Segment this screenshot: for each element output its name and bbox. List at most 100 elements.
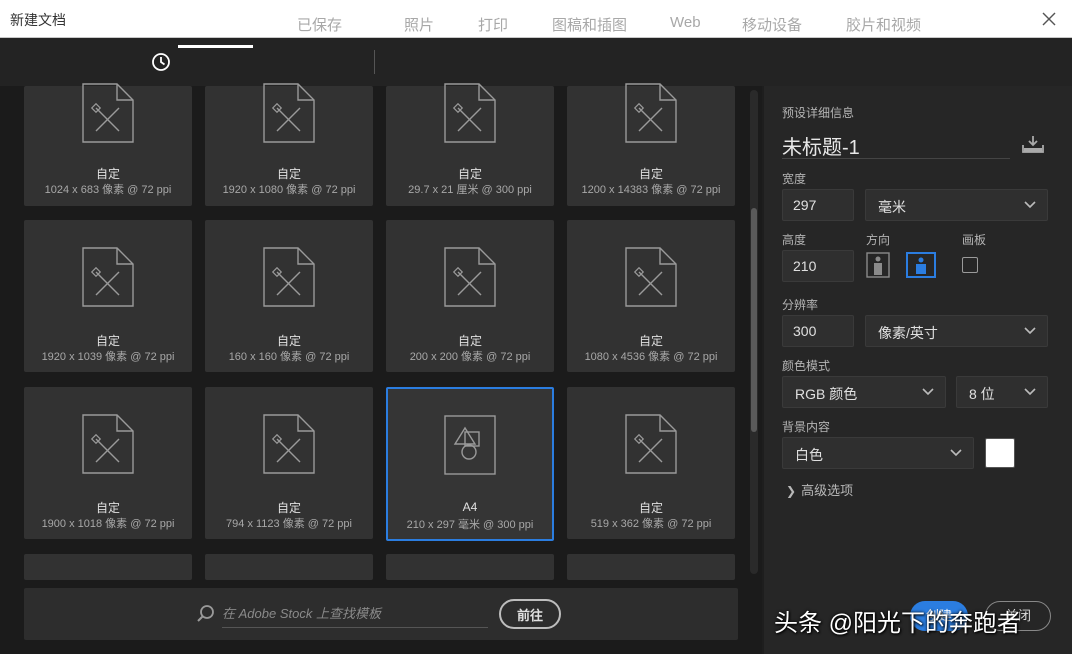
tab-film-video[interactable]: 胶片和视频 xyxy=(846,14,921,48)
artboard-label: 画板 xyxy=(962,233,987,247)
watermark-text: 头条 @阳光下的奔跑者 xyxy=(774,610,1022,637)
active-tab-underline xyxy=(178,45,254,48)
color-mode-select[interactable]: RGB 颜色 xyxy=(782,376,946,408)
background-value: 白色 xyxy=(795,447,823,463)
preset-card[interactable]: 自定 1024 x 683 像素 @ 72 ppi xyxy=(24,83,192,206)
custom-document-icon xyxy=(625,414,677,474)
preset-size: 1024 x 683 像素 @ 72 ppi xyxy=(44,184,172,196)
preset-card[interactable]: 自定 794 x 1123 像素 @ 72 ppi xyxy=(205,387,373,539)
custom-document-icon xyxy=(82,247,134,307)
preset-card[interactable]: 自定 519 x 362 像素 @ 72 ppi xyxy=(567,387,735,539)
bit-depth-select[interactable]: 8 位 xyxy=(956,376,1048,408)
resolution-input[interactable]: 300 xyxy=(782,315,854,347)
preset-name: 自定 xyxy=(457,334,482,348)
clock-icon xyxy=(152,53,170,71)
preset-card[interactable]: 自定 200 x 200 像素 @ 72 ppi xyxy=(386,220,554,372)
preset-details-label: 预设详细信息 xyxy=(782,106,855,120)
tab-art-illustration[interactable]: 图稿和插图 xyxy=(552,14,627,48)
go-button[interactable]: 前往 xyxy=(499,599,561,629)
tab-web[interactable]: Web xyxy=(670,14,701,48)
resolution-unit-select[interactable]: 像素/英寸 xyxy=(865,315,1048,347)
custom-document-icon xyxy=(263,247,315,307)
preset-card[interactable]: 自定 1920 x 1080 像素 @ 72 ppi xyxy=(205,83,373,206)
preset-size: 519 x 362 像素 @ 72 ppi xyxy=(590,518,712,530)
orientation-label: 方向 xyxy=(866,233,891,247)
preset-size: 29.7 x 21 厘米 @ 300 ppi xyxy=(408,184,532,196)
preset-card[interactable] xyxy=(24,554,192,580)
stock-search-input[interactable] xyxy=(222,600,488,628)
preset-size: 1920 x 1080 像素 @ 72 ppi xyxy=(222,184,356,196)
preset-size: 200 x 200 像素 @ 72 ppi xyxy=(409,351,531,363)
custom-document-icon xyxy=(444,247,496,307)
preset-size: 1200 x 14383 像素 @ 72 ppi xyxy=(581,184,721,196)
tab-divider xyxy=(374,50,375,74)
background-label: 背景内容 xyxy=(782,420,831,434)
document-title-field[interactable]: 未标题-1 xyxy=(782,131,1010,159)
grid-scrollbar[interactable] xyxy=(750,90,758,574)
search-icon xyxy=(197,605,214,622)
custom-document-icon xyxy=(263,414,315,474)
width-unit-select[interactable]: 毫米 xyxy=(865,189,1048,221)
preset-name: 自定 xyxy=(95,167,120,181)
background-select[interactable]: 白色 xyxy=(782,437,974,469)
chevron-down-icon xyxy=(950,449,962,457)
preset-name: 自定 xyxy=(276,501,301,515)
width-label: 宽度 xyxy=(782,172,807,186)
height-label: 高度 xyxy=(782,233,807,247)
preset-size: 1900 x 1018 像素 @ 72 ppi xyxy=(41,518,175,530)
preset-card-a4-selected[interactable]: A4 210 x 297 毫米 @ 300 ppi xyxy=(386,387,554,541)
preset-name: 自定 xyxy=(638,167,663,181)
custom-document-icon xyxy=(444,83,496,143)
color-mode-value: RGB 颜色 xyxy=(795,386,858,402)
preset-size: 160 x 160 像素 @ 72 ppi xyxy=(228,351,350,363)
chevron-right-icon: ❯ xyxy=(786,484,797,498)
preset-card[interactable]: 自定 1900 x 1018 像素 @ 72 ppi xyxy=(24,387,192,539)
window-title: 新建文档 xyxy=(10,12,66,28)
preset-card[interactable] xyxy=(205,554,373,580)
preset-name: A4 xyxy=(462,500,478,514)
chevron-down-icon xyxy=(922,388,934,396)
resolution-label: 分辨率 xyxy=(782,298,819,312)
width-unit-value: 毫米 xyxy=(878,199,906,215)
width-input[interactable]: 297 xyxy=(782,189,854,221)
preset-card[interactable]: 自定 1080 x 4536 像素 @ 72 ppi xyxy=(567,220,735,372)
custom-document-icon xyxy=(625,83,677,143)
chevron-down-icon xyxy=(1024,201,1036,209)
height-input[interactable]: 210 xyxy=(782,250,854,282)
preset-name: 自定 xyxy=(457,167,482,181)
preset-name: 自定 xyxy=(638,501,663,515)
tab-print[interactable]: 打印 xyxy=(478,14,508,48)
scrollbar-thumb[interactable] xyxy=(751,208,757,432)
tab-saved[interactable]: 已保存 xyxy=(297,14,342,48)
portrait-orientation-icon[interactable] xyxy=(866,252,890,278)
preset-card[interactable]: 自定 1920 x 1039 像素 @ 72 ppi xyxy=(24,220,192,372)
preset-name: 自定 xyxy=(638,334,663,348)
tab-mobile[interactable]: 移动设备 xyxy=(742,14,802,48)
preset-card[interactable]: 自定 1200 x 14383 像素 @ 72 ppi xyxy=(567,83,735,206)
preset-size: 794 x 1123 像素 @ 72 ppi xyxy=(226,518,352,530)
close-icon[interactable] xyxy=(1038,8,1060,30)
preset-card[interactable]: 自定 160 x 160 像素 @ 72 ppi xyxy=(205,220,373,372)
chevron-down-icon xyxy=(1024,388,1036,396)
custom-document-icon xyxy=(625,247,677,307)
preset-size: 1080 x 4536 像素 @ 72 ppi xyxy=(584,351,718,363)
preset-name: 自定 xyxy=(276,167,301,181)
custom-document-icon xyxy=(82,414,134,474)
advanced-options-toggle[interactable]: ❯ 高级选项 xyxy=(786,480,853,499)
preset-card[interactable] xyxy=(386,554,554,580)
artboard-checkbox[interactable] xyxy=(962,257,978,273)
color-mode-label: 颜色模式 xyxy=(782,359,831,373)
preset-name: 自定 xyxy=(95,501,120,515)
preset-name: 自定 xyxy=(95,334,120,348)
custom-document-icon xyxy=(82,83,134,143)
save-preset-icon[interactable] xyxy=(1021,134,1045,154)
landscape-orientation-icon[interactable] xyxy=(906,252,936,278)
preset-card[interactable]: 自定 29.7 x 21 厘米 @ 300 ppi xyxy=(386,83,554,206)
preset-card[interactable] xyxy=(567,554,735,580)
tab-recent[interactable]: 最近使用项 xyxy=(178,14,254,48)
preset-name: 自定 xyxy=(276,334,301,348)
preset-size: 210 x 297 毫米 @ 300 ppi xyxy=(406,519,534,531)
bit-depth-value: 8 位 xyxy=(969,386,995,402)
tab-photo[interactable]: 照片 xyxy=(404,14,434,48)
background-color-swatch[interactable] xyxy=(985,438,1015,468)
